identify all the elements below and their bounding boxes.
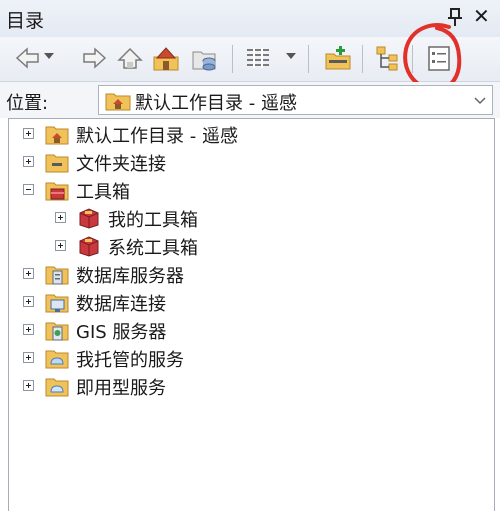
database-server-icon xyxy=(45,263,69,285)
close-icon[interactable]: ✕ xyxy=(473,5,490,27)
location-label: 位置: xyxy=(6,93,49,114)
tree-item[interactable]: 系统工具箱 xyxy=(9,233,489,261)
tree-item-label: 我的工具箱 xyxy=(108,210,198,231)
toolbox-icon xyxy=(77,207,101,229)
expand-icon[interactable] xyxy=(23,156,34,167)
home-folder-icon xyxy=(45,123,69,145)
toolbox-icon xyxy=(77,235,101,257)
expand-icon[interactable] xyxy=(23,128,34,139)
hosted-services-icon xyxy=(45,347,69,369)
tree-item[interactable]: 数据库服务器 xyxy=(9,261,489,289)
expand-icon[interactable] xyxy=(55,240,66,251)
location-value: 默认工作目录 - 遥感 xyxy=(135,93,297,114)
expand-icon[interactable] xyxy=(23,324,34,335)
view-dropdown-icon[interactable] xyxy=(286,53,296,59)
tree-item-label: 默认工作目录 - 遥感 xyxy=(76,126,238,147)
tree-item[interactable]: 我的工具箱 xyxy=(9,205,489,233)
gis-server-icon xyxy=(45,319,69,341)
ready-services-icon xyxy=(45,375,69,397)
toolbar-separator xyxy=(308,45,309,73)
catalog-window: 目录 ✕ 位置: 默认工作目录 - 遥感 默认工作目录 - 遥感 文件夹连接 工… xyxy=(0,0,500,511)
window-title: 目录 xyxy=(6,10,45,32)
back-dropdown-icon[interactable] xyxy=(44,53,54,59)
home-icon[interactable] xyxy=(152,44,180,72)
tree-item[interactable]: 文件夹连接 xyxy=(9,149,489,177)
tree-item-label: GIS 服务器 xyxy=(76,322,167,343)
toolbar-separator xyxy=(232,45,233,73)
location-row: 位置: 默认工作目录 - 遥感 xyxy=(0,82,500,118)
home-folder-icon xyxy=(105,91,131,115)
chevron-down-icon[interactable] xyxy=(472,93,488,113)
tree-item-label: 文件夹连接 xyxy=(76,154,166,175)
tree-item[interactable]: GIS 服务器 xyxy=(9,317,489,345)
tree-item-label: 工具箱 xyxy=(76,182,130,203)
location-combobox[interactable]: 默认工作目录 - 遥感 xyxy=(98,85,493,115)
tree-item[interactable]: 数据库连接 xyxy=(9,289,489,317)
tree-item-label: 数据库服务器 xyxy=(76,266,184,287)
up-folder-icon[interactable] xyxy=(116,44,144,72)
tree-item[interactable]: 工具箱 xyxy=(9,177,489,205)
tree-view-icon[interactable] xyxy=(374,44,402,72)
expand-icon[interactable] xyxy=(23,380,34,391)
folder-connection-icon xyxy=(45,151,69,173)
toolbox-icon xyxy=(45,179,69,201)
tree-item[interactable]: 默认工作目录 - 遥感 xyxy=(9,121,489,149)
database-connection-icon xyxy=(45,291,69,313)
expand-icon[interactable] xyxy=(23,352,34,363)
collapse-icon[interactable] xyxy=(23,184,34,195)
back-icon[interactable] xyxy=(14,44,42,72)
expand-icon[interactable] xyxy=(23,268,34,279)
tree-item-label: 即用型服务 xyxy=(76,378,166,399)
tree-item-label: 数据库连接 xyxy=(76,294,166,315)
connect-folder-icon[interactable] xyxy=(324,44,352,72)
catalog-db-icon[interactable] xyxy=(190,44,218,72)
tree-item-label: 系统工具箱 xyxy=(108,238,198,259)
view-details-icon[interactable] xyxy=(244,44,272,72)
expand-icon[interactable] xyxy=(23,296,34,307)
forward-icon[interactable] xyxy=(80,44,108,72)
catalog-tree[interactable]: 默认工作目录 - 遥感 文件夹连接 工具箱 我的工具箱 系统工具箱 数据库服务器… xyxy=(8,118,495,511)
expand-icon[interactable] xyxy=(55,212,66,223)
tree-item[interactable]: 我托管的服务 xyxy=(9,345,489,373)
toolbar-separator xyxy=(362,45,363,73)
tree-item[interactable]: 即用型服务 xyxy=(9,373,489,401)
tree-item-label: 我托管的服务 xyxy=(76,350,184,371)
